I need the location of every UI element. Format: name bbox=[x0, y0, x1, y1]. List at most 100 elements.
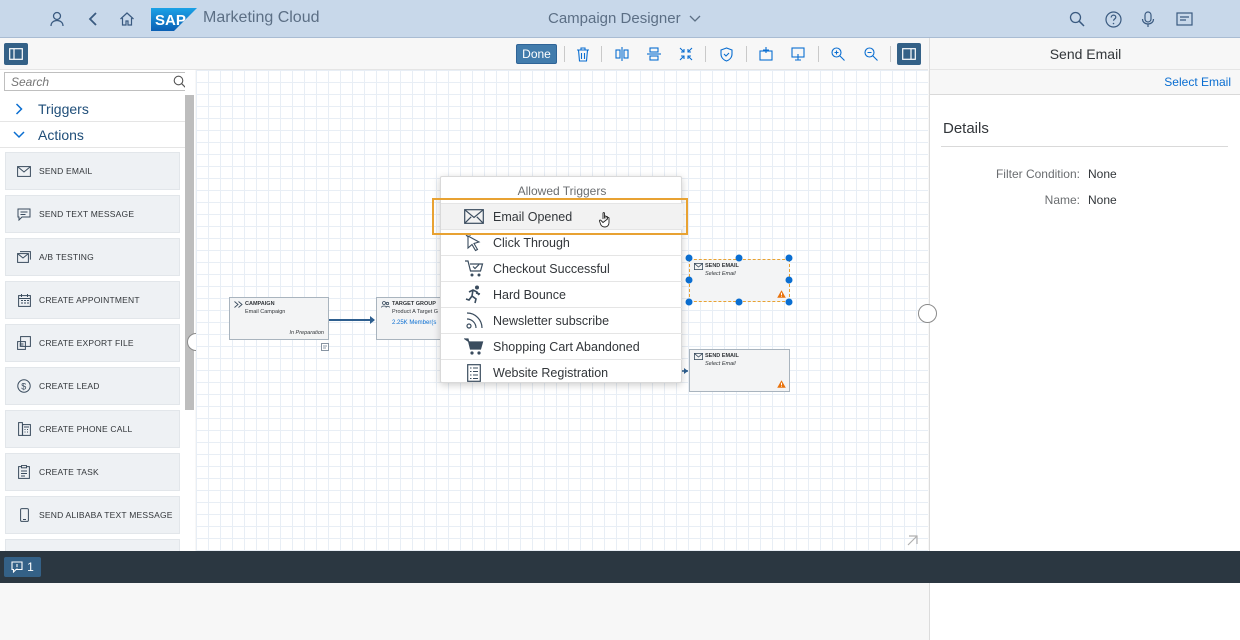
cursor-icon bbox=[463, 233, 485, 252]
trigger-checkout-successful[interactable]: Checkout Successful bbox=[441, 255, 683, 281]
action-item-ab-testing[interactable]: A/B TESTING bbox=[5, 238, 180, 276]
align-vertical-icon[interactable] bbox=[643, 43, 665, 65]
toolbar-separator bbox=[890, 46, 891, 62]
node-send-email[interactable]: SEND EMAIL Select Email bbox=[689, 349, 790, 392]
toggle-properties-button[interactable] bbox=[897, 43, 921, 65]
action-item-create-task[interactable]: CREATE TASK bbox=[5, 453, 180, 491]
cart-icon bbox=[463, 337, 485, 356]
trigger-shopping-cart-abandoned[interactable]: Shopping Cart Abandoned bbox=[441, 333, 683, 359]
action-label: CREATE APPOINTMENT bbox=[39, 295, 140, 305]
page-title-menu[interactable]: Campaign Designer bbox=[548, 10, 701, 27]
task-icon bbox=[14, 465, 34, 479]
trigger-hard-bounce[interactable]: Hard Bounce bbox=[441, 281, 683, 307]
highlight-outline bbox=[432, 198, 688, 235]
properties-panel: Send Email Select Email Details Filter C… bbox=[929, 38, 1240, 551]
home-icon[interactable] bbox=[116, 8, 138, 30]
phone-call-icon bbox=[14, 422, 34, 436]
action-label: SEND TEXT MESSAGE bbox=[39, 209, 135, 219]
trigger-website-registration[interactable]: Website Registration bbox=[441, 359, 683, 385]
insert-after-icon[interactable] bbox=[787, 43, 809, 65]
field-label: Name: bbox=[1044, 193, 1080, 207]
action-label: CREATE LEAD bbox=[39, 381, 100, 391]
footer-bar: 1 bbox=[0, 551, 1240, 583]
back-icon[interactable] bbox=[82, 8, 104, 30]
insert-before-icon[interactable] bbox=[755, 43, 777, 65]
action-palette: Triggers Actions SEND EMAIL SEND TEXT ME… bbox=[0, 70, 1240, 640]
appointment-icon bbox=[14, 293, 34, 307]
palette-scrollbar-thumb[interactable] bbox=[185, 95, 194, 410]
notifications-icon[interactable] bbox=[1173, 8, 1195, 30]
select-email-link[interactable]: Select Email bbox=[1164, 75, 1231, 89]
shell-bar: SAP Marketing Cloud Campaign Designer bbox=[0, 0, 1240, 38]
svg-text:SAP: SAP bbox=[155, 12, 186, 29]
trigger-newsletter-subscribe[interactable]: Newsletter subscribe bbox=[441, 307, 683, 333]
help-icon[interactable] bbox=[1102, 8, 1124, 30]
chevron-down-icon bbox=[689, 10, 701, 27]
action-label: CREATE PHONE CALL bbox=[39, 424, 133, 434]
details-divider bbox=[941, 146, 1228, 147]
properties-resize-handle[interactable] bbox=[918, 304, 937, 323]
lead-icon: $ bbox=[14, 379, 34, 393]
zoom-out-icon[interactable] bbox=[860, 43, 882, 65]
action-label: CREATE TASK bbox=[39, 467, 99, 477]
action-label: SEND ALIBABA TEXT MESSAGE bbox=[39, 510, 173, 520]
hand-cursor-icon bbox=[599, 211, 612, 228]
trigger-label: Click Through bbox=[493, 235, 570, 250]
note-icon[interactable] bbox=[321, 343, 329, 351]
app-title: Marketing Cloud bbox=[203, 9, 320, 26]
email-icon bbox=[14, 165, 34, 177]
action-item-partial[interactable] bbox=[5, 539, 180, 551]
node-members[interactable]: 2.25K Member(s bbox=[392, 320, 436, 326]
fit-to-screen-icon[interactable] bbox=[907, 534, 919, 546]
selection-handles[interactable] bbox=[683, 253, 795, 309]
rss-icon bbox=[463, 312, 485, 329]
trigger-label: Checkout Successful bbox=[493, 261, 610, 276]
toggle-palette-button[interactable] bbox=[4, 43, 28, 65]
ab-testing-icon bbox=[14, 251, 34, 263]
text-message-icon bbox=[14, 208, 34, 221]
popover-title: Allowed Triggers bbox=[517, 184, 607, 198]
action-label: SEND EMAIL bbox=[39, 166, 93, 176]
node-campaign[interactable]: CAMPAIGN Email Campaign In Preparation bbox=[229, 297, 329, 340]
action-item-create-lead[interactable]: $ CREATE LEAD bbox=[5, 367, 180, 405]
node-subtitle: Product A Target G bbox=[392, 309, 439, 315]
chevron-right-icon bbox=[8, 102, 30, 115]
palette-search[interactable] bbox=[4, 72, 190, 91]
action-item-create-phone-call[interactable]: CREATE PHONE CALL bbox=[5, 410, 180, 448]
action-label: CREATE EXPORT FILE bbox=[39, 338, 134, 348]
field-value: None bbox=[1088, 193, 1117, 207]
action-item-create-appointment[interactable]: CREATE APPOINTMENT bbox=[5, 281, 180, 319]
action-item-send-alibaba-text-message[interactable]: SEND ALIBABA TEXT MESSAGE bbox=[5, 496, 180, 534]
toolbar-separator bbox=[746, 46, 747, 62]
section-label: Triggers bbox=[38, 100, 89, 117]
section-label: Actions bbox=[38, 126, 84, 143]
node-target-group[interactable]: TARGET GROUP Product A Target G 2.25K Me… bbox=[376, 297, 446, 340]
user-icon[interactable] bbox=[46, 8, 68, 30]
align-horizontal-icon[interactable] bbox=[611, 43, 633, 65]
search-icon[interactable] bbox=[1066, 8, 1088, 30]
bounce-icon bbox=[463, 285, 485, 304]
microphone-icon[interactable] bbox=[1137, 8, 1159, 30]
section-triggers[interactable]: Triggers bbox=[0, 96, 1240, 614]
collapse-icon[interactable] bbox=[675, 43, 697, 65]
target-group-icon bbox=[381, 301, 390, 308]
canvas-toolbar: Done bbox=[0, 38, 928, 70]
export-icon bbox=[14, 336, 34, 350]
side-panel-icon bbox=[902, 48, 916, 60]
side-panel-icon bbox=[9, 48, 23, 60]
mobile-icon bbox=[14, 508, 34, 522]
svg-text:$: $ bbox=[21, 381, 26, 391]
action-item-send-email[interactable]: SEND EMAIL bbox=[5, 152, 180, 190]
search-input[interactable] bbox=[5, 73, 165, 91]
delete-icon[interactable] bbox=[572, 43, 594, 65]
toolbar-separator bbox=[705, 46, 706, 62]
action-item-create-export-file[interactable]: CREATE EXPORT FILE bbox=[5, 324, 180, 362]
section-actions[interactable]: Actions bbox=[0, 122, 1240, 640]
messages-button[interactable]: 1 bbox=[4, 557, 41, 577]
action-item-send-text-message[interactable]: SEND TEXT MESSAGE bbox=[5, 195, 180, 233]
cart-checkout-icon bbox=[463, 259, 485, 278]
zoom-in-icon[interactable] bbox=[827, 43, 849, 65]
trigger-label: Website Registration bbox=[493, 365, 609, 380]
done-button[interactable]: Done bbox=[516, 44, 557, 64]
shield-icon[interactable] bbox=[715, 43, 737, 65]
